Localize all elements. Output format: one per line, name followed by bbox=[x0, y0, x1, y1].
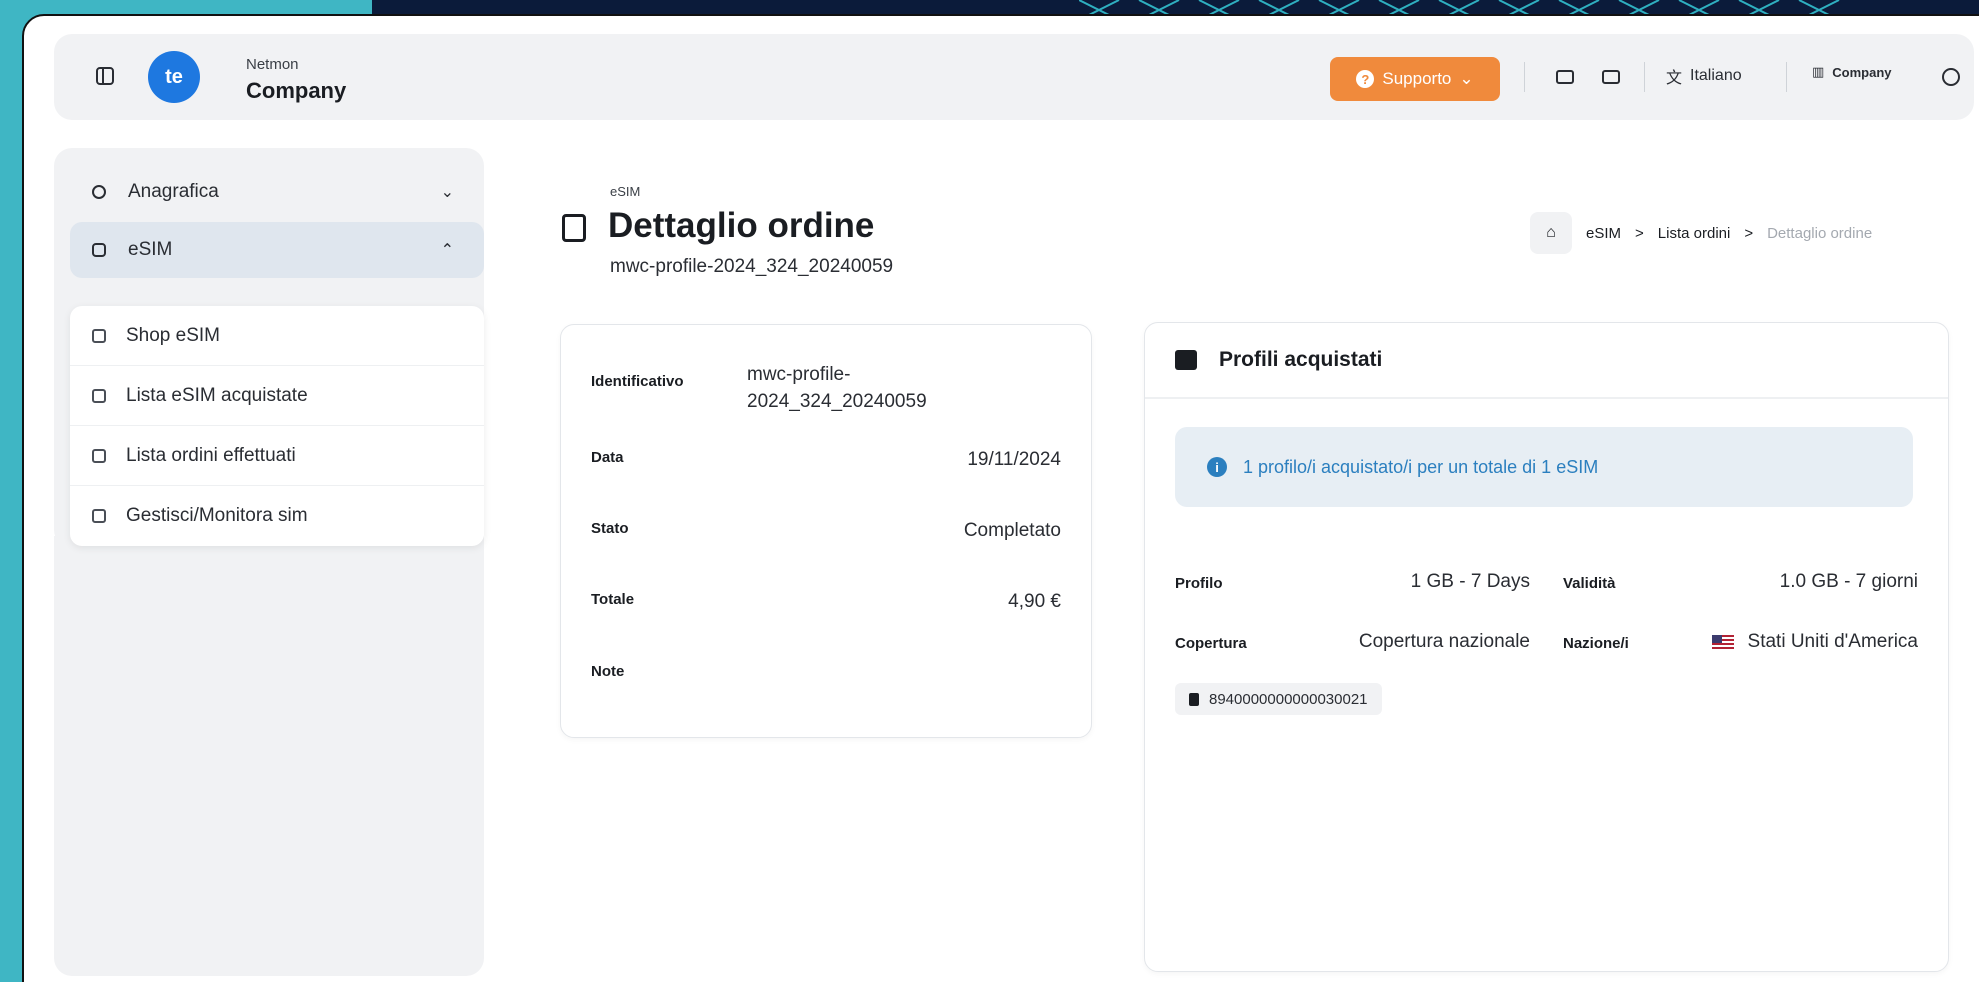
order-value: mwc-profile-2024_324_20240059 bbox=[747, 364, 927, 412]
order-value: Completato bbox=[963, 520, 1061, 541]
profile-value: 1 GB - 7 Days bbox=[1410, 571, 1530, 592]
company-selector[interactable]: ▥ Company bbox=[1812, 64, 1892, 80]
submenu-item-label: Gestisci/Monitora sim bbox=[126, 505, 308, 526]
order-row-notes: Note bbox=[591, 663, 1061, 680]
language-label: Italiano bbox=[1690, 67, 1742, 84]
profiles-header: Profili acquistati bbox=[1145, 323, 1948, 399]
sidebar-toggle-icon[interactable] bbox=[96, 67, 114, 85]
support-button[interactable]: ? Supporto ⌄ bbox=[1330, 57, 1500, 101]
submenu-item-orders[interactable]: Lista ordini effettuati bbox=[70, 426, 484, 486]
header-divider bbox=[1786, 62, 1787, 92]
breadcrumb: ⌂ eSIM > Lista ordini > Dettaglio ordine bbox=[1530, 212, 1872, 254]
order-details-card: Identificativo mwc-profile-2024_324_2024… bbox=[560, 324, 1092, 738]
country-label: Nazione/i bbox=[1563, 635, 1629, 652]
chevron-down-icon: ⌄ bbox=[1459, 69, 1474, 88]
submenu-item-label: Lista eSIM acquistate bbox=[126, 384, 308, 406]
logo-text: te bbox=[165, 65, 183, 88]
list-icon bbox=[92, 448, 106, 463]
page-title: Dettaglio ordine bbox=[608, 206, 875, 245]
sidebar-item-label: eSIM bbox=[128, 239, 173, 260]
info-text: 1 profilo/i acquistato/i per un totale d… bbox=[1243, 456, 1599, 477]
building-icon: ▥ bbox=[1812, 64, 1825, 79]
iccid-value: 8940000000000030021 bbox=[1209, 690, 1368, 708]
logo[interactable]: te bbox=[148, 51, 200, 103]
validity-label: Validità bbox=[1563, 575, 1616, 592]
help-icon: ? bbox=[1356, 70, 1375, 88]
top-header: te Netmon Company ? Supporto ⌄ 文 Italian… bbox=[54, 34, 1974, 120]
page-subtitle: mwc-profile-2024_324_20240059 bbox=[610, 256, 894, 277]
order-key: Note bbox=[591, 663, 625, 680]
brand-name: Company bbox=[246, 78, 347, 103]
page-eyebrow: eSIM bbox=[610, 184, 641, 199]
order-key: Identificativo bbox=[591, 373, 684, 390]
validity-value: 1.0 GB - 7 giorni bbox=[1779, 571, 1918, 592]
order-value: 4,90 € bbox=[1008, 591, 1061, 612]
order-row-status: Stato Completato bbox=[591, 520, 1061, 542]
sidebar-item-esim[interactable]: eSIM ⌃ bbox=[70, 222, 484, 278]
iccid-badge: 8940000000000030021 bbox=[1175, 683, 1382, 715]
profile-card-icon bbox=[1175, 350, 1197, 370]
database-icon bbox=[92, 185, 106, 199]
breadcrumb-separator: > bbox=[1744, 224, 1754, 242]
submenu-item-shop-esim[interactable]: Shop eSIM bbox=[70, 306, 484, 366]
order-detail-icon bbox=[562, 214, 586, 242]
info-icon: i bbox=[1207, 457, 1227, 477]
order-value: 19/11/2024 bbox=[967, 449, 1061, 470]
breadcrumb-item-orders[interactable]: Lista ordini bbox=[1658, 225, 1731, 242]
order-row-total: Totale 4,90 € bbox=[591, 591, 1061, 613]
breadcrumb-current: Dettaglio ordine bbox=[1767, 224, 1873, 242]
brand-subtitle: Netmon bbox=[246, 56, 299, 73]
us-flag-icon bbox=[1711, 634, 1734, 649]
user-icon[interactable] bbox=[1942, 68, 1960, 86]
coverage-label: Copertura bbox=[1175, 635, 1247, 652]
header-divider bbox=[1524, 62, 1525, 92]
profile-label: Profilo bbox=[1175, 575, 1223, 592]
coverage-value: Copertura nazionale bbox=[1358, 631, 1530, 652]
app-window: te Netmon Company ? Supporto ⌄ 文 Italian… bbox=[22, 14, 1979, 982]
sim-icon bbox=[92, 243, 106, 257]
home-icon[interactable]: ⌂ bbox=[1530, 212, 1572, 254]
country-name: Stati Uniti d'America bbox=[1747, 631, 1918, 652]
country-value: Stati Uniti d'America bbox=[1711, 631, 1918, 653]
order-row-date: Data 19/11/2024 bbox=[591, 449, 1061, 471]
translate-icon: 文 bbox=[1666, 70, 1683, 87]
info-alert: i 1 profilo/i acquistato/i per un totale… bbox=[1175, 427, 1913, 507]
support-label: Supporto bbox=[1382, 69, 1452, 88]
shop-icon bbox=[92, 328, 106, 343]
breadcrumb-item-esim[interactable]: eSIM bbox=[1586, 225, 1621, 242]
order-row-id: Identificativo mwc-profile-2024_324_2024… bbox=[591, 361, 1061, 421]
sidebar-item-anagrafica[interactable]: Anagrafica ⌄ bbox=[70, 164, 484, 220]
company-label: Company bbox=[1832, 64, 1892, 80]
submenu-item-label: Lista ordini effettuati bbox=[126, 444, 296, 466]
chevron-up-icon: ⌃ bbox=[440, 242, 454, 259]
sidebar-lower bbox=[54, 536, 484, 976]
order-key: Stato bbox=[591, 520, 629, 537]
chevron-down-icon: ⌄ bbox=[440, 184, 454, 201]
profiles-title: Profili acquistati bbox=[1219, 348, 1383, 371]
external-link-icon bbox=[92, 509, 106, 523]
inbox-icon[interactable] bbox=[1556, 70, 1574, 84]
esim-submenu: Shop eSIM Lista eSIM acquistate Lista or… bbox=[70, 306, 484, 546]
language-selector[interactable]: 文 Italiano bbox=[1666, 64, 1742, 88]
sidebar-item-label: Anagrafica bbox=[128, 181, 219, 202]
sim-card-icon bbox=[92, 388, 106, 403]
purchased-profiles-card: Profili acquistati i 1 profilo/i acquist… bbox=[1144, 322, 1949, 972]
breadcrumb-separator: > bbox=[1635, 224, 1644, 242]
sim-card-icon bbox=[1189, 692, 1199, 706]
order-key: Data bbox=[591, 449, 624, 466]
submenu-item-purchased-esim[interactable]: Lista eSIM acquistate bbox=[70, 366, 484, 426]
submenu-item-manage-sim[interactable]: Gestisci/Monitora sim bbox=[70, 486, 484, 546]
submenu-item-label: Shop eSIM bbox=[126, 324, 220, 346]
header-divider bbox=[1644, 62, 1645, 92]
order-key: Totale bbox=[591, 591, 635, 608]
card-icon[interactable] bbox=[1602, 70, 1620, 84]
